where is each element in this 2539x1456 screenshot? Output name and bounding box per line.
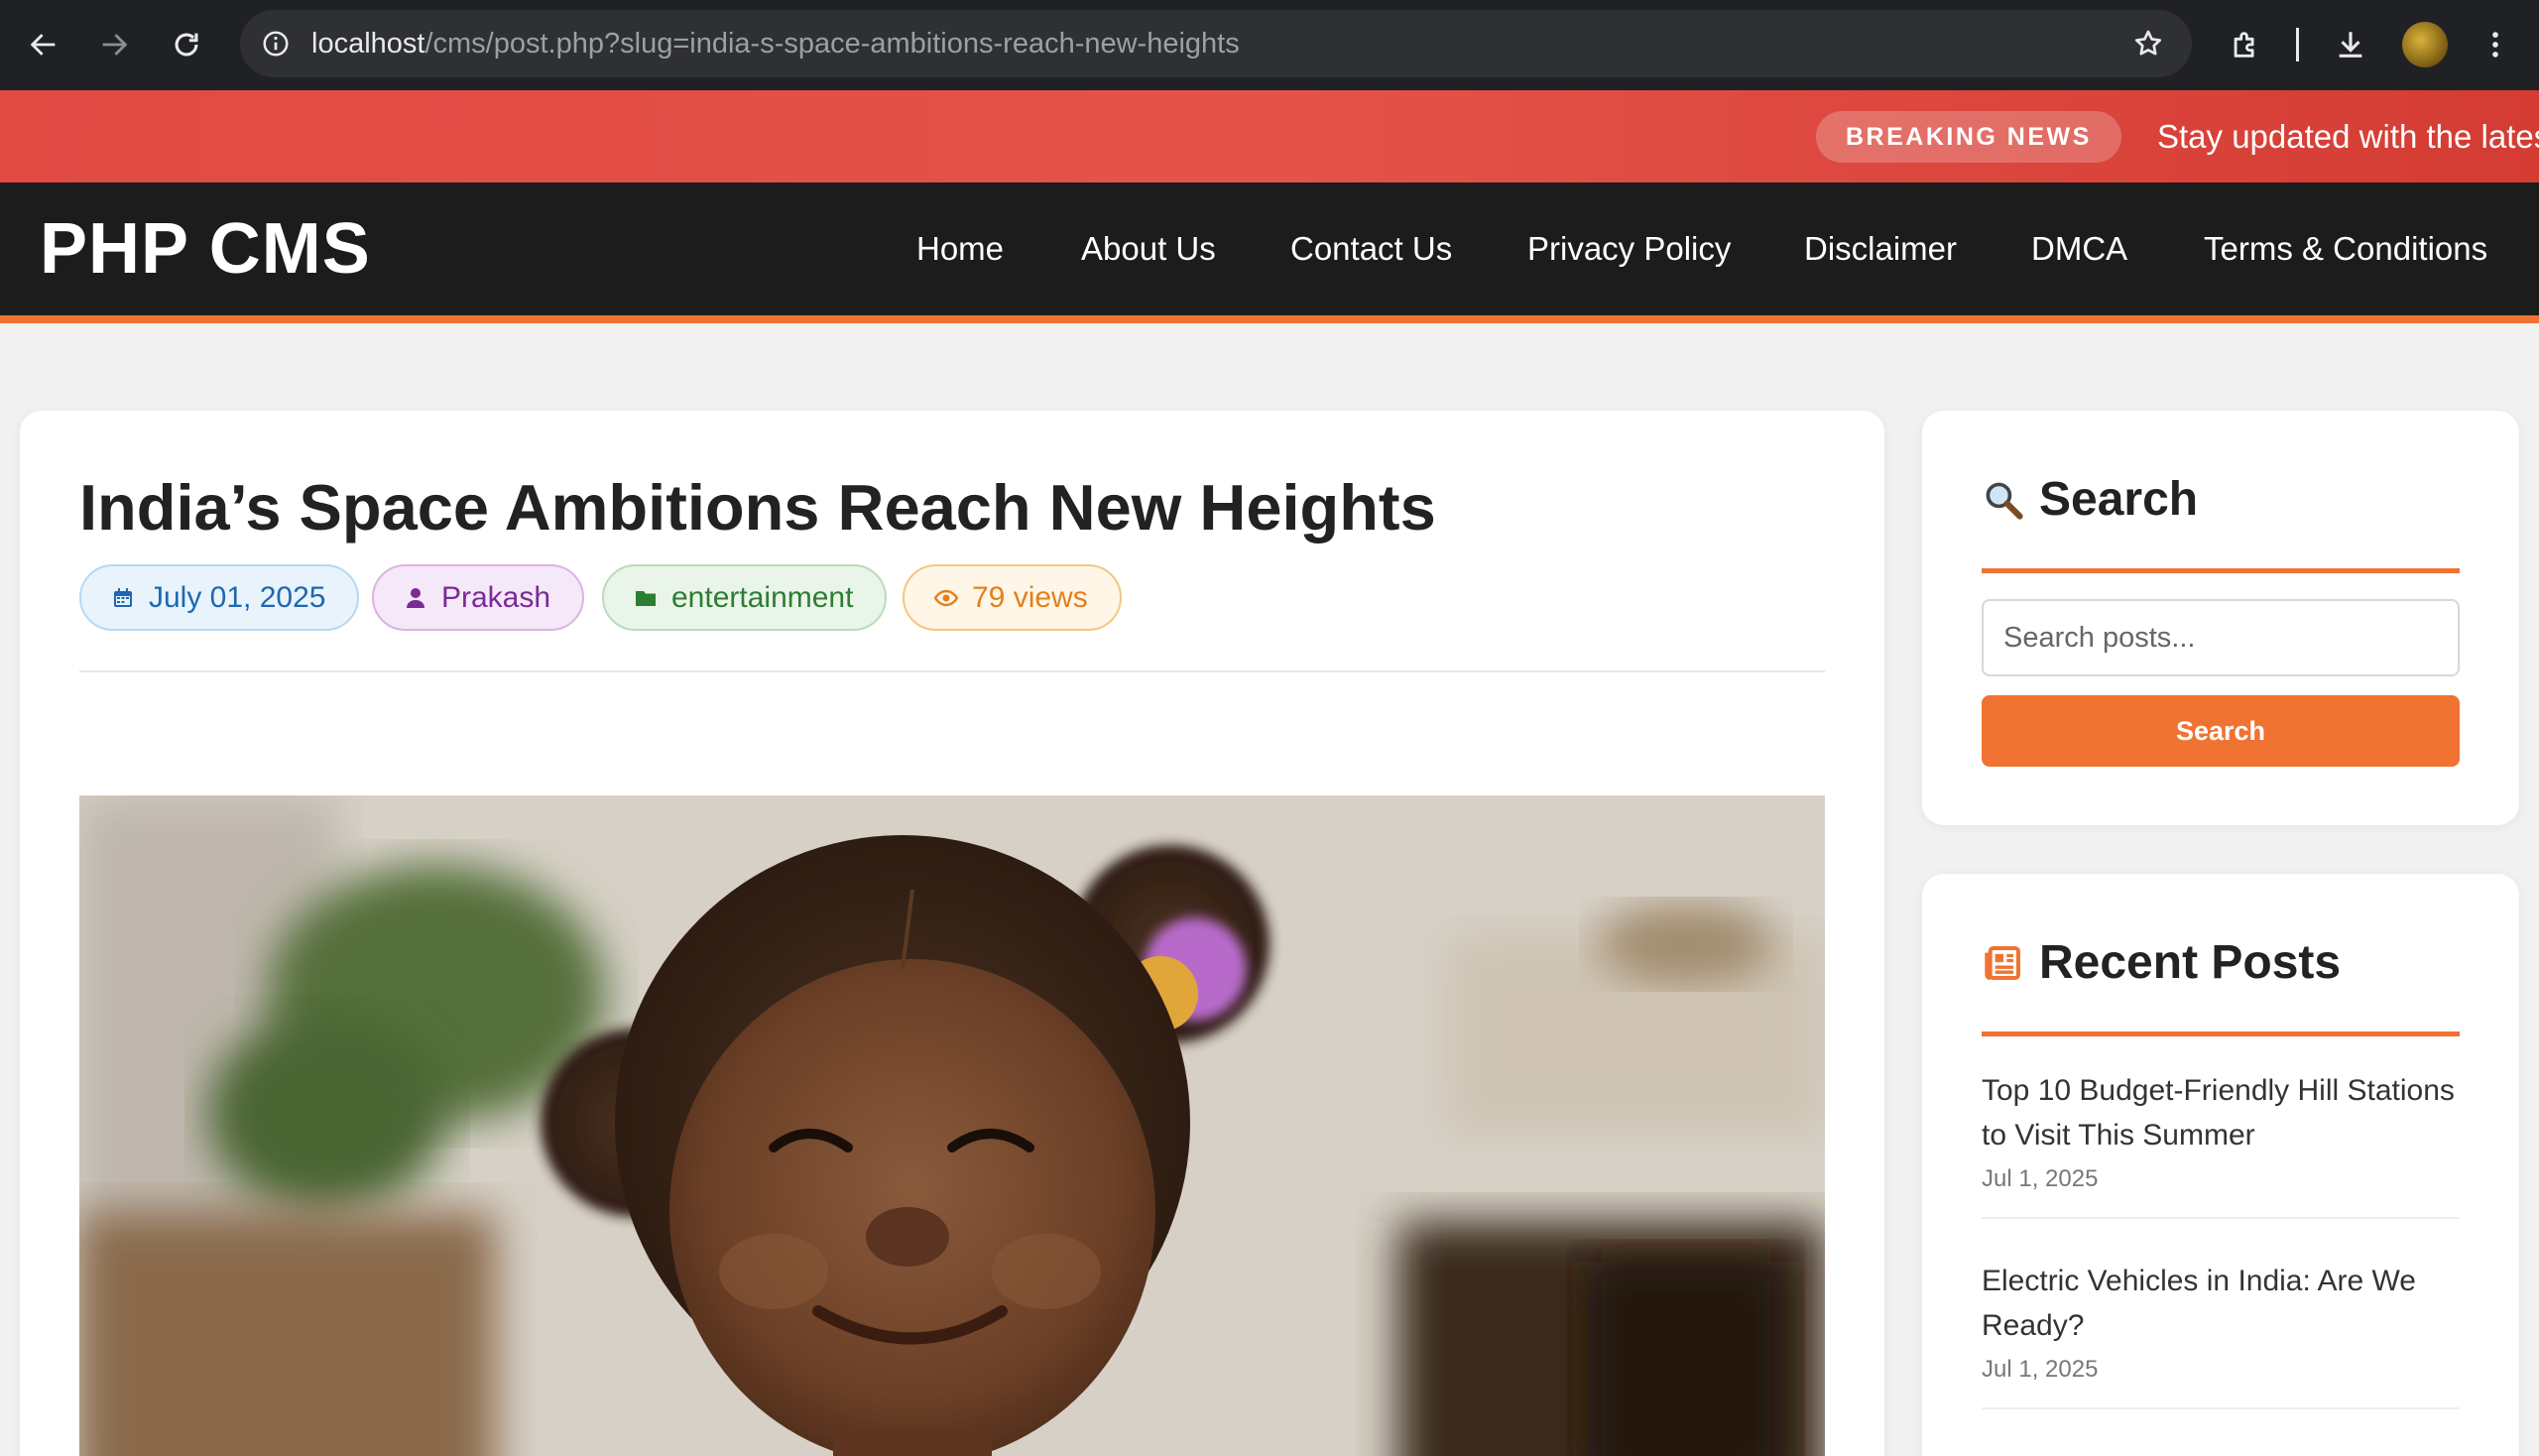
nav-home[interactable]: Home [916,182,1004,315]
newspaper-icon [1982,941,2025,985]
bookmark-star-icon[interactable] [2128,24,2168,63]
url-text[interactable]: localhost/cms/post.php?slug=india-s-spac… [311,10,1240,77]
site-info-icon[interactable] [256,24,296,63]
nav-privacy-policy[interactable]: Privacy Policy [1527,182,1731,315]
site-header: PHP CMS Home About Us Contact Us Privacy… [0,182,2539,323]
article-card: India’s Space Ambitions Reach New Height… [20,411,1884,1456]
breaking-news-ticker: Stay updated with the lates [2157,118,2539,155]
back-arrow-icon[interactable] [21,22,66,67]
post-featured-image [79,795,1825,1456]
search-widget-title: Search [2039,473,2199,526]
list-item: Electric Vehicles in India: Are We Ready… [1982,1259,2460,1409]
meta-divider [79,670,1825,672]
recent-post-date: Jul 1, 2025 [1982,1356,2099,1383]
list-item: Top 10 Budget-Friendly Hill Stations to … [1982,1068,2460,1219]
post-date-badge: July 01, 2025 [79,564,360,631]
magnifier-icon [1982,478,2025,522]
recent-post-link[interactable]: Top 10 Budget-Friendly Hill Stations to … [1982,1068,2460,1157]
post-author-badge[interactable]: Prakash [372,564,585,631]
toolbar-separator [2296,28,2299,61]
post-date: July 01, 2025 [149,580,326,614]
breaking-news-badge: BREAKING NEWS [1816,111,2121,163]
recent-posts-widget: Recent Posts Top 10 Budget-Friendly Hill… [1922,874,2519,1456]
user-icon [404,586,427,610]
nav-about-us[interactable]: About Us [1081,182,1216,315]
url-path: /cms/post.php?slug=india-s-space-ambitio… [424,28,1240,60]
browser-toolbar: localhost/cms/post.php?slug=india-s-spac… [0,0,2539,90]
recent-posts-title: Recent Posts [2039,936,2342,989]
search-widget-header: Search [1982,470,2460,573]
post-views-badge: 79 views [903,564,1122,631]
folder-icon [634,586,658,610]
address-bar[interactable]: localhost/cms/post.php?slug=india-s-spac… [240,10,2192,77]
recent-post-date: Jul 1, 2025 [1982,1165,2099,1192]
url-host: localhost [311,28,425,60]
extensions-puzzle-icon[interactable] [2223,22,2268,67]
search-button[interactable]: Search [1982,695,2460,767]
post-author: Prakash [441,580,551,614]
featured-image-illustration [79,795,1825,1456]
recent-post-link[interactable]: Electric Vehicles in India: Are We Ready… [1982,1259,2460,1348]
nav-disclaimer[interactable]: Disclaimer [1804,182,1957,315]
nav-dmca[interactable]: DMCA [2031,182,2127,315]
eye-icon [934,586,958,610]
forward-arrow-icon[interactable] [91,22,137,67]
site-logo[interactable]: PHP CMS [40,182,371,315]
post-category-badge[interactable]: entertainment [602,564,888,631]
reload-icon[interactable] [164,22,209,67]
kebab-menu-icon[interactable] [2473,22,2518,67]
post-views: 79 views [972,580,1088,614]
breaking-news-bar: BREAKING NEWS Stay updated with the late… [0,90,2539,182]
recent-posts-header: Recent Posts [1982,933,2460,1036]
nav-contact-us[interactable]: Contact Us [1290,182,1452,315]
nav-terms-conditions[interactable]: Terms & Conditions [2204,182,2487,315]
post-category: entertainment [671,580,854,614]
post-title: India’s Space Ambitions Reach New Height… [79,471,1436,544]
search-input[interactable] [1982,599,2460,676]
profile-avatar[interactable] [2402,22,2448,67]
calendar-icon [111,586,135,610]
download-icon[interactable] [2328,22,2373,67]
recent-posts-list: Top 10 Budget-Friendly Hill Stations to … [1982,1068,2460,1449]
search-widget: Search Search [1922,411,2519,825]
